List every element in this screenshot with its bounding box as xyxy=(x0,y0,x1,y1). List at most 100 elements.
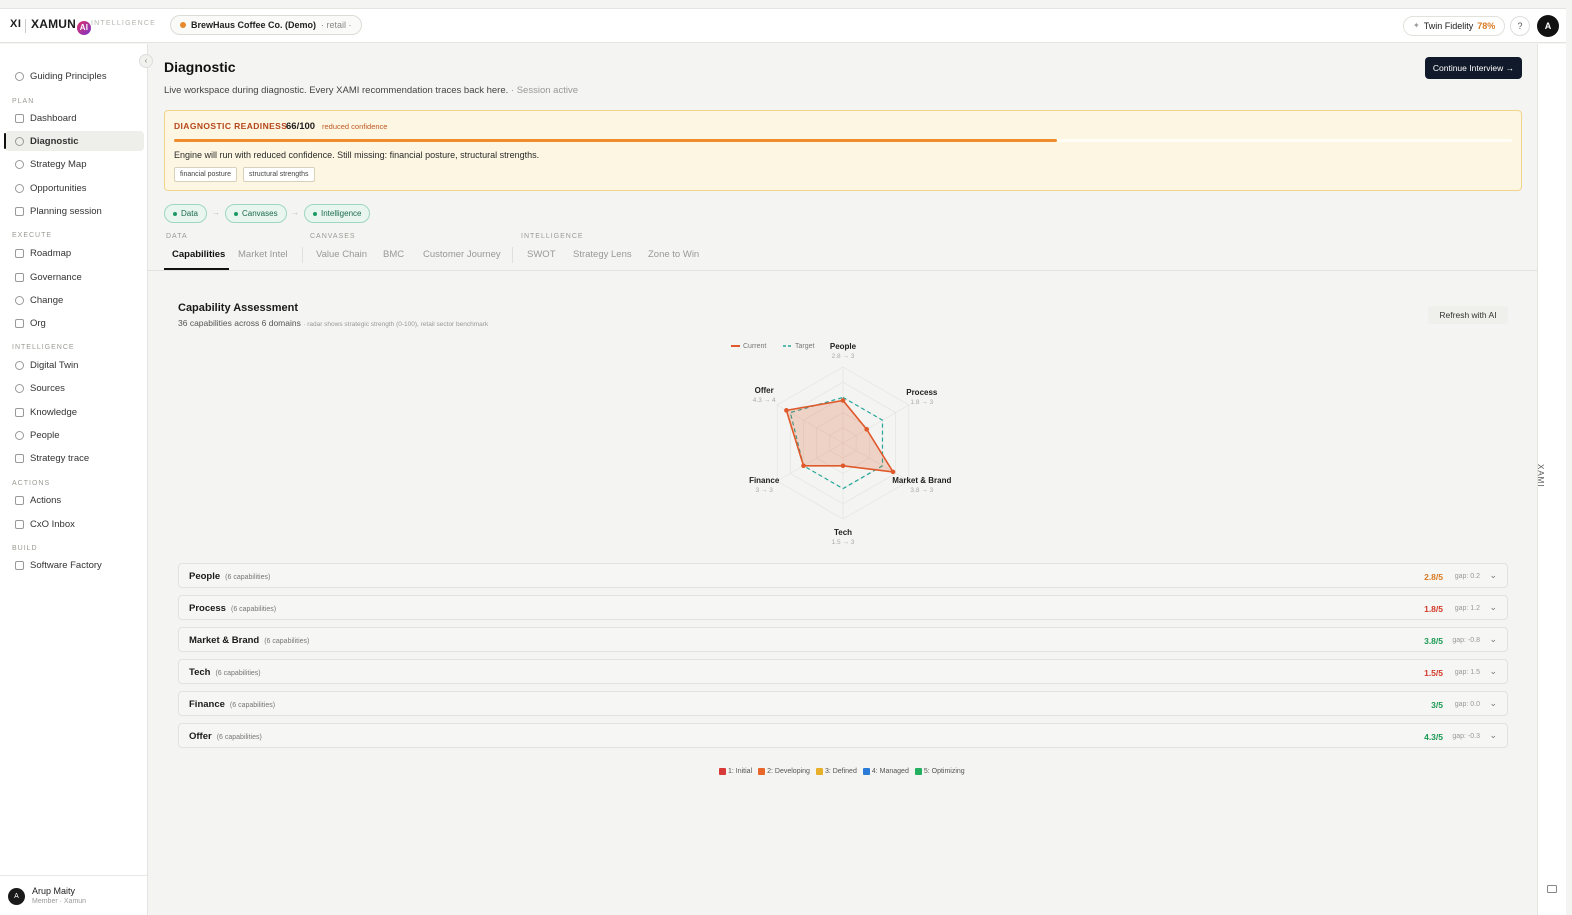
sidebar-item-sources[interactable]: Sources xyxy=(5,378,144,398)
company-switcher[interactable]: BrewHaus Coffee Co. (Demo) · retail · xyxy=(170,15,362,35)
org-chart-icon xyxy=(15,318,24,328)
xami-rail-label[interactable]: XAMI xyxy=(1536,464,1545,488)
tab-bmc[interactable]: BMC xyxy=(383,249,404,260)
radar-axis-value: 3.8 → 3 xyxy=(910,487,933,494)
chevron-down-icon[interactable]: ⌄ xyxy=(1489,698,1497,709)
tab-group-label-intelligence: INTELLIGENCE xyxy=(521,233,584,240)
missing-tag: financial posture xyxy=(174,167,237,182)
sidebar-item-label: CxO Inbox xyxy=(30,518,75,530)
collapse-sidebar-button[interactable]: ‹ xyxy=(139,54,153,68)
radar-axis-value: 2.8 → 3 xyxy=(832,353,855,360)
sidebar-item-opportunities[interactable]: Opportunities xyxy=(5,178,144,198)
radar-current-series xyxy=(785,399,895,473)
tab-value-chain[interactable]: Value Chain xyxy=(316,249,367,260)
radar-axis-value: 1.5 → 3 xyxy=(832,539,855,546)
sidebar-item-software-factory[interactable]: Software Factory xyxy=(5,555,144,575)
radar-axis-value: 3 → 3 xyxy=(756,487,774,494)
sidebar-item-actions[interactable]: Actions xyxy=(5,490,144,510)
legend-item: 3: Defined xyxy=(815,766,857,776)
sidebar-item-cxo-inbox[interactable]: CxO Inbox xyxy=(5,514,144,534)
help-button[interactable]: ? xyxy=(1510,16,1530,36)
sidebar-item-knowledge[interactable]: Knowledge xyxy=(5,402,144,422)
pipeline-step-intelligence[interactable]: Intelligence xyxy=(304,204,371,223)
tab-market-intel[interactable]: Market Intel xyxy=(238,249,288,260)
sidebar-item-governance[interactable]: Governance xyxy=(5,267,144,287)
sidebar-item-strategy-trace[interactable]: Strategy trace xyxy=(5,448,144,468)
twin-fidelity-badge[interactable]: ✦ Twin Fidelity 78% xyxy=(1403,16,1506,36)
radar-data-point xyxy=(840,463,846,469)
sidebar-item-label: Change xyxy=(30,294,64,306)
sidebar-item-roadmap[interactable]: Roadmap xyxy=(5,243,144,263)
tab-zone-to-win[interactable]: Zone to Win xyxy=(648,249,699,260)
domain-row-offer[interactable]: Offer (6 capabilities) 4.3/5 gap: -0.3 ⌄ xyxy=(178,723,1508,748)
chevron-down-icon[interactable]: ⌄ xyxy=(1489,602,1497,613)
legend-swatch xyxy=(758,767,766,775)
sidebar-item-org[interactable]: Org xyxy=(5,313,144,333)
brand-logo[interactable]: XAMUN AI xyxy=(31,17,91,35)
section-subtitle: 36 capabilities across 6 domains · radar… xyxy=(178,318,488,328)
sparkle-icon: ✦ xyxy=(1413,21,1420,30)
tab-capabilities[interactable]: Capabilities xyxy=(172,249,225,260)
sidebar-item-guiding-principles[interactable]: Guiding Principles xyxy=(5,66,144,86)
sidebar-item-label: Roadmap xyxy=(30,247,72,259)
legend-item: 4: Managed xyxy=(862,766,909,776)
domain-name: People xyxy=(189,571,221,582)
domain-count: (6 capabilities) xyxy=(264,638,310,645)
person-icon xyxy=(15,430,24,440)
subtitle-text: Live workspace during diagnostic. Every … xyxy=(164,85,509,96)
pipeline-step-data[interactable]: Data xyxy=(164,204,207,223)
domain-score: 4.3/5 xyxy=(1424,732,1443,742)
legend-swatch xyxy=(862,767,870,775)
pipeline-step-canvases[interactable]: Canvases xyxy=(225,204,287,223)
chevron-down-icon[interactable]: ⌄ xyxy=(1489,570,1497,581)
refresh-with-ai-button[interactable]: Refresh with AI xyxy=(1428,306,1508,324)
sidebar-item-digital-twin[interactable]: Digital Twin xyxy=(5,355,144,375)
tab-strategy-lens[interactable]: Strategy Lens xyxy=(573,249,632,260)
chevron-down-icon[interactable]: ⌄ xyxy=(1489,730,1497,741)
tab-group-label-canvases: CANVASES xyxy=(310,233,356,240)
sidebar-item-people[interactable]: People xyxy=(5,425,144,445)
legend-target-label: Target xyxy=(795,343,815,350)
legend-label: 1: Initial xyxy=(728,767,753,775)
missing-tag: structural strengths xyxy=(243,167,315,182)
confidence-badge: reduced confidence xyxy=(322,122,388,131)
arrow-right-icon: → xyxy=(212,208,220,217)
tab-swot[interactable]: SWOT xyxy=(527,249,556,260)
readiness-message: Engine will run with reduced confidence.… xyxy=(174,150,540,160)
sidebar-item-diagnostic[interactable]: Diagnostic xyxy=(4,131,144,151)
divider xyxy=(25,19,26,33)
sidebar-item-planning-session[interactable]: Planning session xyxy=(5,201,144,221)
domain-row-finance[interactable]: Finance (6 capabilities) 3/5 gap: 0.0 ⌄ xyxy=(178,691,1508,716)
twin-icon xyxy=(15,360,24,370)
domain-gap: gap: 1.5 xyxy=(1454,669,1480,676)
domain-row-tech[interactable]: Tech (6 capabilities) 1.5/5 gap: 1.5 ⌄ xyxy=(178,659,1508,684)
company-sector: · retail · xyxy=(321,20,352,30)
company-name: BrewHaus Coffee Co. (Demo) xyxy=(191,20,317,30)
chat-icon[interactable] xyxy=(1547,885,1557,893)
pipeline-step-label: Data xyxy=(181,209,198,218)
sidebar-item-strategy-map[interactable]: Strategy Map xyxy=(5,154,144,174)
user-profile[interactable]: A Arup Maity Member · Xamun xyxy=(0,875,147,915)
domain-name: Finance xyxy=(189,699,225,710)
user-avatar-button[interactable]: A xyxy=(1537,15,1559,37)
domain-row-people[interactable]: People (6 capabilities) 2.8/5 gap: 0.2 ⌄ xyxy=(178,563,1508,588)
domain-row-process[interactable]: Process (6 capabilities) 1.8/5 gap: 1.2 ⌄ xyxy=(178,595,1508,620)
continue-interview-button[interactable]: Continue Interview → xyxy=(1425,57,1522,79)
legend-current-label: Current xyxy=(743,343,766,350)
tab-group-label-data: DATA xyxy=(166,233,188,240)
xi-logo[interactable]: XI xyxy=(10,18,21,30)
chevron-down-icon[interactable]: ⌄ xyxy=(1489,634,1497,645)
status-dot xyxy=(313,211,317,216)
readiness-label: DIAGNOSTIC READINESS xyxy=(174,121,288,131)
sidebar-item-change[interactable]: Change xyxy=(5,290,144,310)
tab-customer-journey[interactable]: Customer Journey xyxy=(423,249,501,260)
avatar: A xyxy=(8,888,25,905)
divider xyxy=(302,247,303,263)
section-label-actions: ACTIONS xyxy=(12,480,51,487)
readiness-score: 66/100 xyxy=(286,121,316,132)
sidebar-item-dashboard[interactable]: Dashboard xyxy=(5,108,144,128)
domain-name: Offer xyxy=(189,731,212,742)
chevron-down-icon[interactable]: ⌄ xyxy=(1489,666,1497,677)
factory-icon xyxy=(15,560,24,570)
domain-row-market-brand[interactable]: Market & Brand (6 capabilities) 3.8/5 gap… xyxy=(178,627,1508,652)
